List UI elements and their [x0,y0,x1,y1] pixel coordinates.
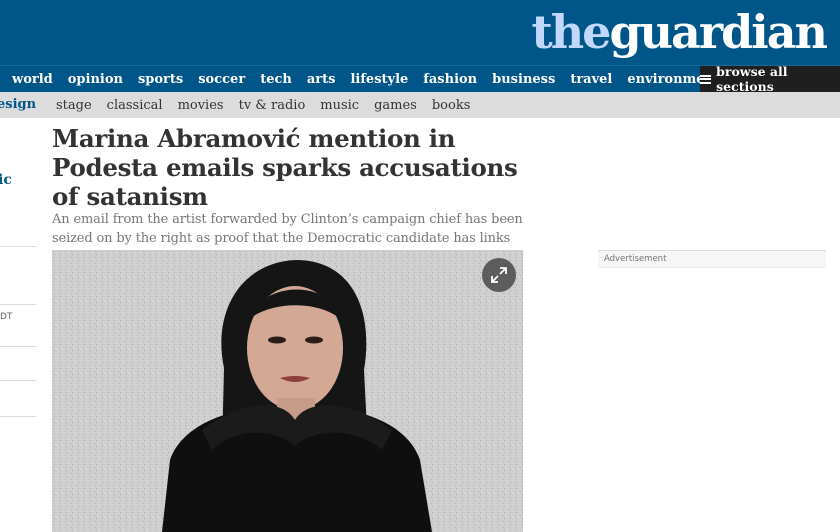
nav-item-world[interactable]: world [12,72,53,87]
article-headline: Marina Abramović mention in Podesta emai… [52,124,518,211]
nav-item-lifestyle[interactable]: lifestyle [350,72,408,87]
expand-icon [491,267,507,283]
rail-timestamp-fragment: DT [0,312,13,322]
browse-all-sections-button[interactable]: browse all sections [700,64,840,94]
primary-nav: world opinion sports soccer tech arts lifestyl… [0,64,840,94]
advertisement-slot[interactable]: Advertisement [598,250,826,268]
left-rail: ic DT [0,118,36,532]
advertisement-label: Advertisement [604,254,667,264]
hamburger-icon [700,74,712,84]
guardian-logo[interactable]: theguardian [531,5,828,59]
subnav-item-tv-radio[interactable]: tv & radio [239,98,306,113]
nav-item-tech[interactable]: tech [260,72,292,87]
article-main-image[interactable] [52,250,523,532]
rail-divider [0,380,36,381]
secondary-nav: esign stage classical movies tv & radio musi… [0,92,840,118]
nav-item-business[interactable]: business [492,72,555,87]
subnav-item-stage[interactable]: stage [56,98,92,113]
masthead: theguardian [0,0,840,65]
rail-divider [0,346,36,347]
nav-item-arts[interactable]: arts [307,72,336,87]
nav-item-travel[interactable]: travel [570,72,612,87]
nav-item-fashion[interactable]: fashion [423,72,477,87]
secondary-nav-list: stage classical movies tv & radio music games… [56,92,485,118]
expand-image-button[interactable] [482,258,516,292]
subnav-item-design[interactable]: esign [0,97,36,112]
rail-divider [0,304,36,305]
subnav-item-books[interactable]: books [432,98,471,113]
browse-label: browse all sections [716,64,788,94]
rail-divider [0,416,36,417]
rail-divider [0,246,36,247]
subnav-item-classical[interactable]: classical [107,98,163,113]
nav-item-opinion[interactable]: opinion [68,72,123,87]
subnav-item-games[interactable]: games [374,98,417,113]
nav-item-sports[interactable]: sports [138,72,183,87]
rail-link-fragment[interactable]: ic [0,172,12,188]
logo-the: the [531,5,611,59]
nav-item-soccer[interactable]: soccer [198,72,245,87]
portrait-image [52,250,523,532]
subnav-item-music[interactable]: music [320,98,359,113]
subnav-item-movies[interactable]: movies [178,98,224,113]
logo-guardian: guardian [609,5,828,59]
